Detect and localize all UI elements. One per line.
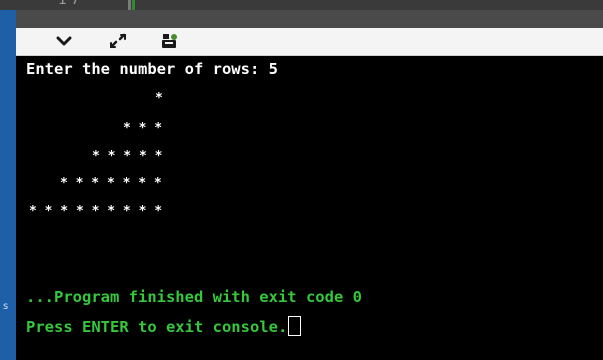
pattern-row: * * * * * — [92, 149, 163, 164]
gutter-marker: s — [3, 301, 9, 312]
editor-strip: 17 — [0, 0, 603, 10]
chevron-down-icon[interactable] — [52, 30, 76, 52]
left-gutter: s — [0, 10, 16, 360]
expand-icon[interactable] — [106, 30, 130, 52]
console-prompt-line: Enter the number of rows: 5 — [26, 60, 278, 78]
editor-line-number: 17 — [58, 0, 84, 8]
pattern-row: * * * — [123, 121, 163, 136]
settings-icon[interactable] — [158, 30, 182, 52]
editor-active-marker — [132, 0, 135, 10]
toolbar-dark-bar — [16, 10, 603, 28]
text-cursor — [288, 316, 302, 336]
press-enter-line: Press ENTER to exit console. — [26, 316, 302, 336]
program-finished-line: ...Program finished with exit code 0 — [26, 288, 362, 306]
pattern-row: * * * * * * * — [60, 176, 162, 191]
press-enter-text: Press ENTER to exit console. — [26, 318, 288, 336]
pattern-row: * * * * * * * * * — [29, 204, 163, 219]
console-toolbar — [16, 28, 603, 56]
editor-marker — [128, 0, 131, 10]
online-compiler-console-window: 17 s Enter the number of rows: 5 * * * * — [0, 0, 603, 360]
pattern-row: * — [155, 91, 163, 106]
